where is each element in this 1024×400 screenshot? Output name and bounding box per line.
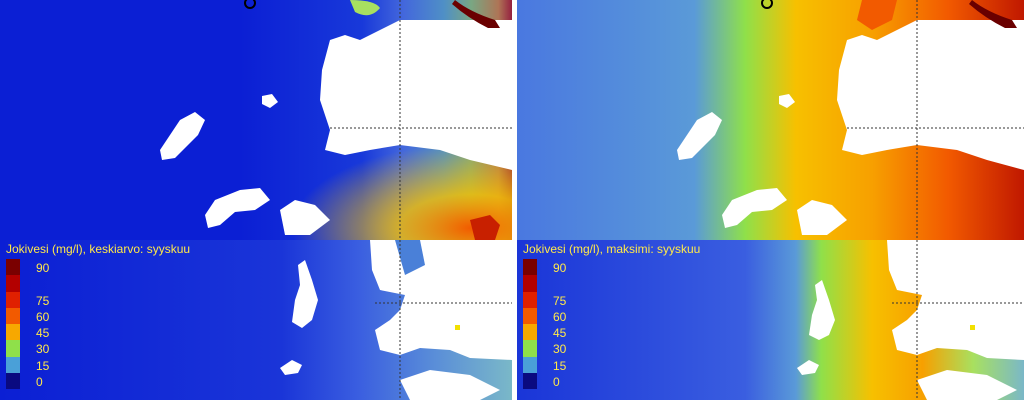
legend-swatch xyxy=(523,324,537,341)
legend-label: 15 xyxy=(553,358,567,373)
legend-label: 45 xyxy=(553,326,567,341)
legend-row: 60 xyxy=(523,307,567,325)
legend-swatch xyxy=(6,275,20,292)
legend-swatch xyxy=(6,259,20,276)
legend-title: Jokivesi (mg/l), keskiarvo: syyskuu xyxy=(6,242,191,256)
legend-row: 45 xyxy=(6,324,50,341)
legend-row: 45 xyxy=(523,324,567,341)
legend-swatch xyxy=(523,291,537,308)
legend-row: 0 xyxy=(523,373,563,390)
legend-swatch xyxy=(6,340,20,357)
legend-swatch xyxy=(523,307,537,325)
legend-swatch xyxy=(523,340,537,357)
map-bottom-right-canvas xyxy=(517,240,1024,400)
legend-row: 90 xyxy=(6,259,50,276)
legend-row: 60 xyxy=(6,307,50,325)
legend-label: 0 xyxy=(36,375,43,390)
legend-label: 0 xyxy=(553,375,560,390)
legend-swatch xyxy=(6,373,20,390)
legend-label: 75 xyxy=(553,293,567,308)
legend-label: 90 xyxy=(36,261,50,275)
legend-row: 15 xyxy=(523,356,567,374)
legend-label: 60 xyxy=(36,309,50,324)
legend-label: 45 xyxy=(36,326,50,341)
map-top-left xyxy=(0,0,512,240)
map-bottom-right: Jokivesi (mg/l), maksimi: syyskuu 90 75 … xyxy=(517,240,1024,400)
legend-row: 75 xyxy=(523,291,567,308)
legend-label: 30 xyxy=(36,342,50,357)
legend-row: 90 xyxy=(523,259,567,276)
legend-swatch xyxy=(6,356,20,374)
map-bottom-left-canvas xyxy=(0,240,512,400)
legend-label: 75 xyxy=(36,293,50,308)
legend-scale: 90 75 60 45 30 15 0 xyxy=(523,259,567,390)
river-mouth xyxy=(455,325,460,330)
legend-row: 30 xyxy=(6,340,50,357)
map-bottom-left: Jokivesi (mg/l), keskiarvo: syyskuu 90 7… xyxy=(0,240,512,400)
map-top-left-canvas xyxy=(0,0,512,240)
legend-label: 60 xyxy=(553,309,567,324)
legend-row: 75 xyxy=(6,291,50,308)
river-mouth xyxy=(970,325,975,330)
legend-row xyxy=(6,275,46,292)
legend-swatch xyxy=(523,259,537,276)
legend-swatch xyxy=(6,324,20,341)
map-top-right xyxy=(517,0,1024,240)
map-top-right-canvas xyxy=(517,0,1024,240)
legend-label: 15 xyxy=(36,358,50,373)
legend-swatch xyxy=(523,356,537,374)
legend-swatch xyxy=(6,291,20,308)
legend-label: 90 xyxy=(553,261,567,275)
legend-row: 30 xyxy=(523,340,567,357)
legend-label: 30 xyxy=(553,342,567,357)
legend-row: 0 xyxy=(6,373,46,390)
legend-swatch xyxy=(523,373,537,390)
legend-swatch xyxy=(6,307,20,325)
legend-row xyxy=(523,275,563,292)
legend-title: Jokivesi (mg/l), maksimi: syyskuu xyxy=(523,242,701,256)
legend-swatch xyxy=(523,275,537,292)
legend-row: 15 xyxy=(6,356,50,374)
legend-scale: 90 75 60 45 30 15 0 xyxy=(6,259,50,390)
